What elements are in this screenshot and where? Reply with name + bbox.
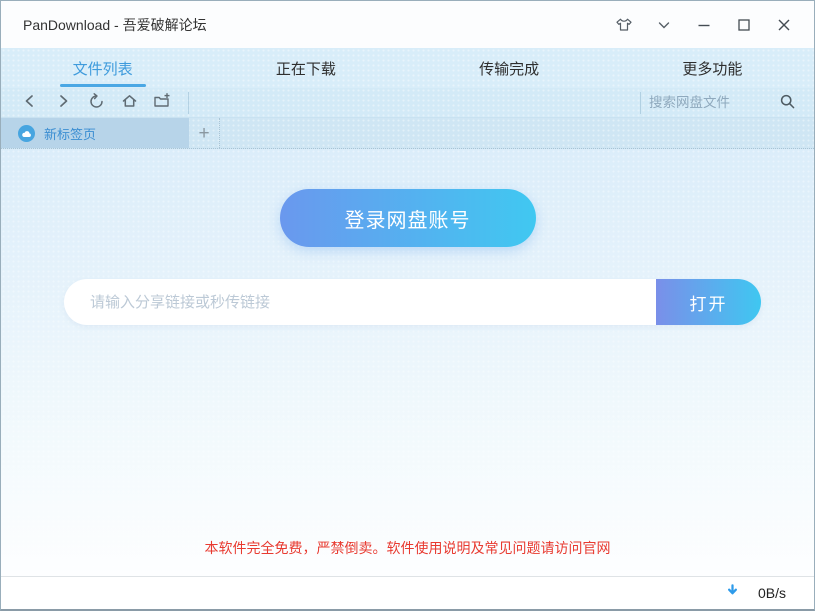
search-icon	[779, 93, 796, 113]
title-bar: PanDownload - 吾爱破解论坛	[1, 1, 814, 48]
forward-icon	[55, 93, 71, 112]
new-tab-button[interactable]: +	[189, 118, 220, 148]
window-controls	[608, 10, 800, 40]
cloud-icon	[18, 125, 35, 142]
refresh-button[interactable]	[83, 91, 109, 115]
share-link-row: 打开	[64, 279, 761, 325]
refresh-icon	[88, 93, 105, 113]
close-button[interactable]	[768, 10, 800, 40]
minimize-button[interactable]	[688, 10, 720, 40]
skin-button[interactable]	[608, 10, 640, 40]
tab-label: 更多功能	[682, 58, 742, 79]
pan-tab-new-page[interactable]: 新标签页	[1, 118, 189, 148]
search-input[interactable]	[647, 94, 769, 111]
main-nav-tabs: 文件列表 正在下载 传输完成 更多功能	[1, 48, 814, 88]
menu-button[interactable]	[648, 10, 680, 40]
window-title: PanDownload - 吾爱破解论坛	[23, 15, 608, 35]
back-icon	[22, 93, 38, 112]
tab-more-features[interactable]: 更多功能	[611, 48, 814, 88]
home-icon	[121, 93, 138, 112]
toolbar-separator	[188, 92, 189, 114]
main-content: 登录网盘账号 打开 本软件完全免费，严禁倒卖。软件使用说明及常见问题请访问官网	[1, 149, 814, 576]
search-button[interactable]	[779, 93, 796, 113]
tab-label: 文件列表	[73, 58, 133, 79]
home-button[interactable]	[116, 91, 142, 115]
tab-label: 正在下载	[276, 58, 336, 79]
login-button[interactable]: 登录网盘账号	[280, 189, 536, 247]
search-box	[647, 93, 804, 113]
new-folder-icon	[153, 93, 171, 112]
tab-transfer-complete[interactable]: 传输完成	[408, 48, 611, 88]
minimize-icon	[696, 17, 712, 33]
download-speed: 0B/s	[758, 585, 786, 601]
chevron-down-icon	[656, 17, 672, 33]
download-arrow-icon	[725, 583, 740, 604]
free-software-notice: 本软件完全免费，严禁倒卖。软件使用说明及常见问题请访问官网	[1, 538, 814, 558]
active-tab-indicator	[60, 84, 146, 87]
toolbar	[1, 88, 814, 118]
app-window: PanDownload - 吾爱破解论坛	[0, 0, 815, 611]
toolbar-separator	[640, 92, 641, 114]
forward-button[interactable]	[50, 91, 76, 115]
tab-label: 传输完成	[479, 58, 539, 79]
open-button[interactable]: 打开	[656, 279, 761, 325]
tab-downloading[interactable]: 正在下载	[204, 48, 407, 88]
maximize-icon	[736, 17, 752, 33]
status-bar: 0B/s	[1, 576, 814, 609]
tab-file-list[interactable]: 文件列表	[1, 48, 204, 88]
back-button[interactable]	[17, 91, 43, 115]
close-icon	[776, 17, 792, 33]
maximize-button[interactable]	[728, 10, 760, 40]
tab-strip: 新标签页 +	[1, 118, 814, 149]
shirt-icon	[615, 17, 633, 33]
new-folder-button[interactable]	[149, 91, 175, 115]
pan-tab-label: 新标签页	[44, 124, 96, 143]
